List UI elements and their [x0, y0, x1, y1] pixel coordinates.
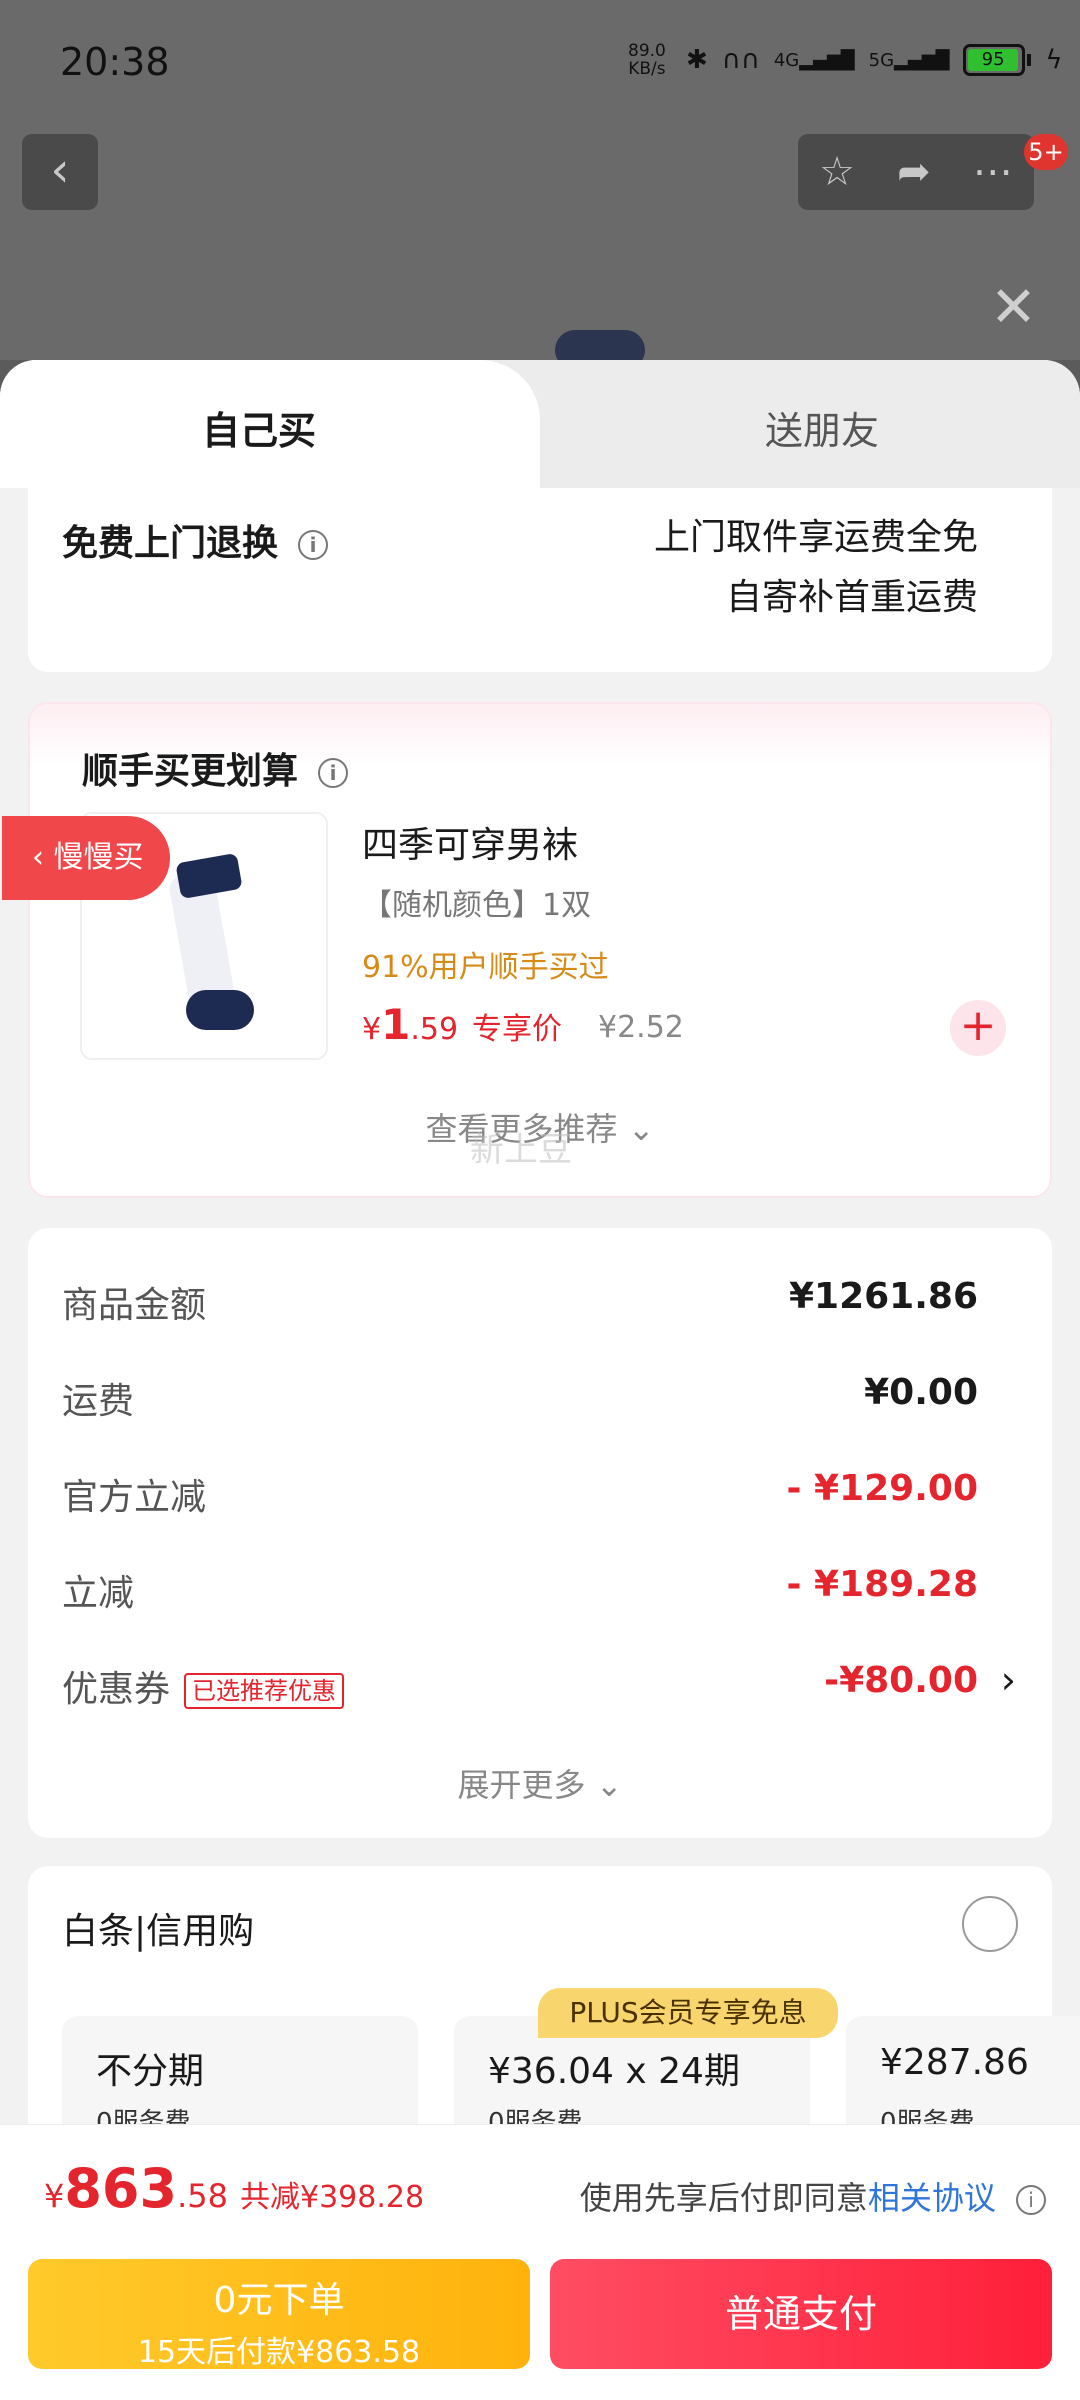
signal-4g-icon: 4G▂▄▆█: [773, 49, 855, 71]
addon-spec: 【随机颜色】1双: [362, 888, 592, 923]
notification-badge: 5+: [1024, 134, 1068, 170]
chevron-down-icon: ⌄: [627, 1110, 655, 1148]
return-title: 免费上门退换 i: [62, 514, 329, 566]
tab-send-friend[interactable]: 送朋友: [765, 400, 879, 455]
chevron-left-icon: ‹: [32, 840, 54, 875]
addon-popularity: 91%用户顺手买过: [362, 950, 609, 985]
earbuds-icon: ∩∩: [721, 45, 760, 75]
summary-row-coupon[interactable]: 优惠券 已选推荐优惠 -¥80.00 ›: [62, 1652, 1016, 1712]
summary-row-shipping: 运费 ¥0.00: [62, 1372, 978, 1422]
chevron-down-icon: ⌄: [595, 1766, 623, 1804]
status-time: 20:38: [60, 40, 170, 84]
status-bar: 20:38 89.0 KB/s ✱ ∩∩ 4G▂▄▆█ 5G▂▄▆█ 95 ϟ: [0, 0, 1080, 120]
expand-more-link[interactable]: 展开更多 ⌄: [28, 1760, 1052, 1806]
total-saving: 共减¥398.28: [239, 2180, 425, 2215]
watermark: 新上豆: [470, 1130, 572, 1170]
top-actions: ☆ ➦ ⋯: [798, 134, 1034, 210]
agreement-link[interactable]: 相关协议: [868, 2179, 996, 2217]
info-icon[interactable]: i: [1016, 2185, 1046, 2215]
charging-icon: ϟ: [1045, 45, 1063, 75]
summary-row-instant-discount: 立减 - ¥189.28: [62, 1564, 978, 1614]
slow-buy-badge[interactable]: ‹ 慢慢买: [2, 816, 170, 900]
info-icon[interactable]: i: [298, 530, 329, 560]
checkout-sheet: 自己买 送朋友 免费上门退换 i 上门取件享运费全免 自寄补首重运费 顺手买更划算…: [0, 360, 1080, 2400]
summary-row-goods: 商品金额 ¥1261.86: [62, 1276, 978, 1326]
chevron-left-icon: ‹: [50, 142, 70, 198]
back-button[interactable]: ‹: [22, 134, 98, 210]
checkout-bottom-bar: ¥863.58 共减¥398.28 使用先享后付即同意相关协议 i 0元下单 15…: [0, 2124, 1080, 2400]
total-price: ¥863.58 共减¥398.28: [44, 2157, 425, 2220]
star-icon[interactable]: ☆: [819, 149, 855, 195]
plus-member-tag: PLUS会员专享免息: [538, 1988, 838, 2038]
signal-5g-icon: 5G▂▄▆█: [868, 49, 950, 71]
return-card: 免费上门退换 i 上门取件享运费全免 自寄补首重运费: [28, 488, 1052, 672]
addon-title: 顺手买更划算 i: [82, 742, 349, 794]
tab-bar: 自己买 送朋友: [0, 360, 1080, 488]
agreement-text: 使用先享后付即同意相关协议 i: [580, 2173, 1046, 2219]
normal-pay-button[interactable]: 普通支付: [550, 2259, 1052, 2369]
summary-row-official-discount: 官方立减 - ¥129.00: [62, 1468, 978, 1518]
share-icon[interactable]: ➦: [897, 149, 931, 195]
baitiao-title: 白条|信用购: [62, 1911, 255, 1952]
net-speed: 89.0 KB/s: [628, 41, 666, 79]
chevron-right-icon: ›: [1000, 1658, 1016, 1702]
close-icon[interactable]: ✕: [990, 280, 1037, 336]
zero-down-order-button[interactable]: 0元下单 15天后付款¥863.58: [28, 2259, 530, 2370]
bluetooth-icon: ✱: [686, 45, 708, 75]
return-details: 上门取件享运费全免 自寄补首重运费: [653, 517, 978, 618]
status-icons: ✱ ∩∩ 4G▂▄▆█ 5G▂▄▆█ 95 ϟ: [686, 44, 1063, 76]
info-icon[interactable]: i: [318, 758, 349, 788]
addon-product-name[interactable]: 四季可穿男袜: [362, 816, 578, 868]
tab-buy-self[interactable]: 自己买: [202, 400, 316, 455]
coupon-tag: 已选推荐优惠: [184, 1673, 345, 1709]
price-summary-card: 商品金额 ¥1261.86 运费 ¥0.00 官方立减 - ¥129.00 立减…: [28, 1228, 1052, 1838]
battery-icon: 95: [963, 44, 1032, 76]
addon-original-price: ¥2.52: [598, 1010, 684, 1045]
addon-card: 顺手买更划算 i ‹ 慢慢买 四季可穿男袜 【随机颜色】1双 91%用户顺手买过 …: [2, 702, 1052, 1198]
add-addon-button[interactable]: +: [950, 1000, 1006, 1056]
more-icon[interactable]: ⋯: [973, 149, 1013, 195]
addon-price: ¥1.59 专享价: [362, 1000, 563, 1049]
baitiao-radio[interactable]: [962, 1896, 1018, 1952]
